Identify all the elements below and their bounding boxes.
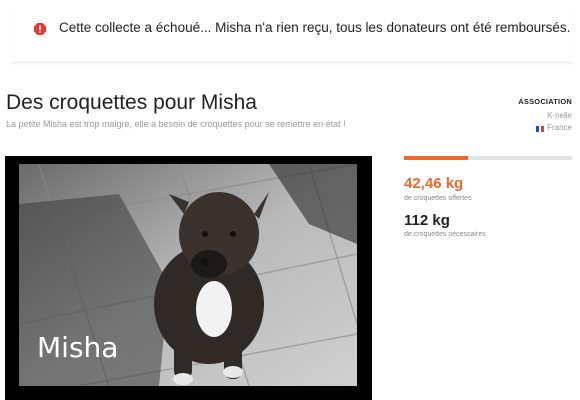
association-country: France [536, 123, 572, 132]
funding-progress-fill [404, 156, 468, 160]
failure-alert-banner: Cette collecte a échoué... Misha n'a rie… [12, 0, 572, 63]
campaign-subtitle: La petite Misha est trop maigre, elle a … [6, 119, 346, 129]
dog-photo: Misha [19, 164, 357, 386]
photo-caption: Misha [37, 331, 119, 364]
needed-value: 112 kg [404, 212, 450, 229]
country-label: France [547, 123, 572, 132]
association-heading: ASSOCIATION [518, 97, 572, 106]
alert-message: Cette collecte a échoué... Misha n'a rie… [59, 20, 571, 35]
offered-amount: 42,46 kg [404, 175, 463, 192]
needed-label: de croquettes nécessaires [404, 231, 486, 238]
funding-progress-bar [404, 156, 572, 160]
association-name-link[interactable]: K-nelle [547, 111, 572, 120]
offered-value: 42,46 kg [404, 175, 464, 192]
campaign-photo-frame: Misha [5, 156, 372, 400]
page-title: Des croquettes pour Misha [6, 91, 257, 114]
error-icon [34, 23, 46, 35]
needed-amount: 112 kg [404, 212, 450, 229]
france-flag-icon [536, 125, 545, 132]
offered-label: de croquettes offertes [404, 195, 472, 202]
